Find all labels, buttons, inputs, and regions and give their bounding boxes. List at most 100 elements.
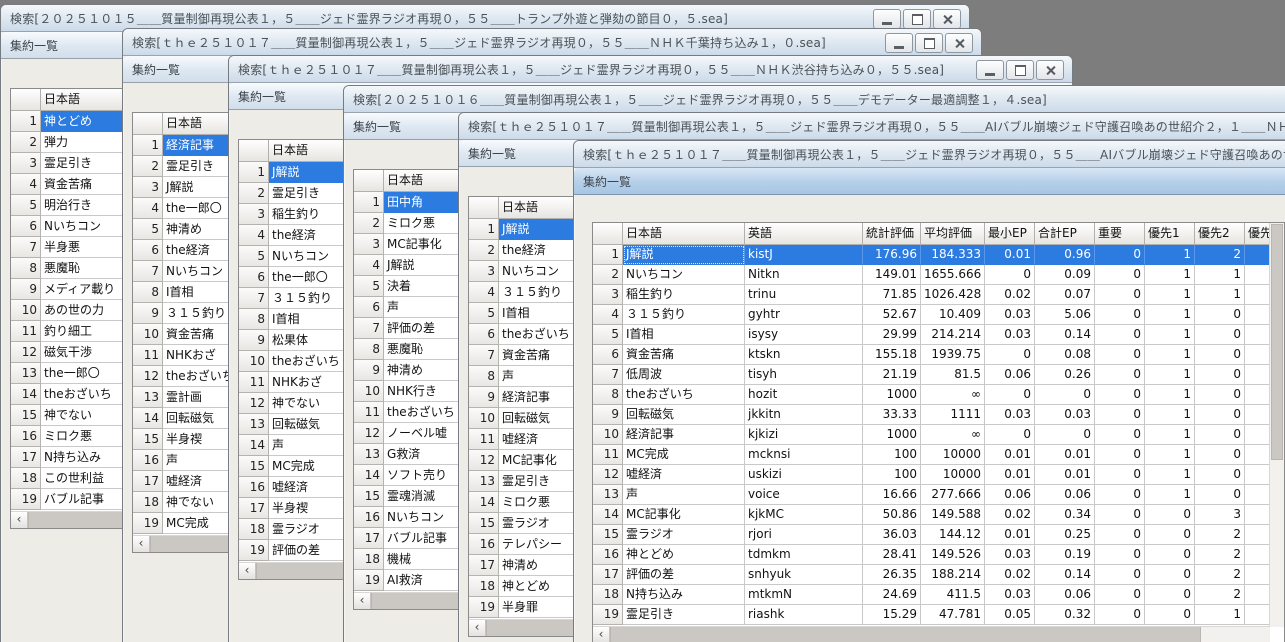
table-row[interactable]: 14 theおざいち (11, 384, 135, 405)
scrollbar-thumb[interactable] (371, 593, 468, 609)
minimize-button[interactable] (976, 60, 1004, 80)
close-button[interactable] (945, 33, 973, 53)
table-row[interactable]: 15 神でない (11, 405, 135, 426)
minimize-button[interactable] (873, 9, 901, 29)
column-header[interactable]: 英語 (745, 223, 863, 245)
close-button[interactable] (1036, 60, 1064, 80)
horizontal-scrollbar[interactable]: ‹ (593, 626, 1270, 642)
scroll-left-button[interactable]: ‹ (133, 536, 150, 552)
table-row[interactable]: 11 MC完成 mcknsi 100 10000 0.01 0.01 0 1 0 (593, 445, 1284, 465)
table-row[interactable]: 15 霊ラジオ rjori 36.03 144.12 0.01 0.25 0 0 2 (593, 525, 1284, 545)
row-number-cell: 15 (469, 513, 499, 534)
row-number-cell: 5 (11, 195, 41, 216)
table-row[interactable]: 13 the一郎〇 (11, 363, 135, 384)
table-row[interactable]: 17 N持ち込み (11, 447, 135, 468)
window-titlebar[interactable]: 検索[２０２５１０１６＿＿質量制御再現公表１，５＿＿ジェド霊界ラジオ再現０，５５… (344, 86, 1285, 113)
table-row[interactable]: 2 弾力 (11, 132, 135, 153)
table-row[interactable]: 4 資金苦痛 (11, 174, 135, 195)
table-row[interactable]: 10 経済記事 kjkizi 1000 ∞ 0 0 0 1 0 (593, 425, 1284, 445)
close-button[interactable] (933, 9, 961, 29)
table-row[interactable]: 9 メディア載り (11, 279, 135, 300)
scrollbar-thumb[interactable] (28, 512, 125, 528)
table-row[interactable]: 19 バブル記事 (11, 489, 135, 510)
minimize-button[interactable] (885, 33, 913, 53)
window-titlebar[interactable]: 検索[ｔｈｅ２５１０１７＿＿質量制御再現公表１，５＿＿ジェド霊界ラジオ再現０，５… (229, 56, 1072, 83)
table-row[interactable]: 7 半身悪 (11, 237, 135, 258)
table-row[interactable]: 5 I首相 isysy 29.99 214.214 0.03 0.14 0 1 0 (593, 325, 1284, 345)
column-header-japanese[interactable]: 日本語 (41, 89, 133, 111)
table-row[interactable]: 4 ３１５釣り gyhtr 52.67 10.409 0.03 5.06 0 1 0 (593, 305, 1284, 325)
column-header[interactable]: 統計評価 (863, 223, 921, 245)
row-number-cell: 4 (11, 174, 41, 195)
restore-button[interactable] (915, 33, 943, 53)
scroll-left-button[interactable]: ‹ (593, 627, 610, 642)
column-header[interactable]: 日本語 (623, 223, 745, 245)
window-titlebar[interactable]: 検索[ｔｈｅ２５１０１７＿＿質量制御再現公表１，５＿＿ジェド霊界ラジオ再現０，５… (459, 113, 1285, 140)
row-number-cell: 2 (11, 132, 41, 153)
scroll-left-button[interactable]: ‹ (469, 620, 486, 636)
close-icon (942, 14, 953, 25)
scrollbar-thumb[interactable] (610, 627, 1201, 642)
table-row[interactable]: 12 嘘経済 uskizi 100 10000 0.01 0.01 0 1 0 (593, 465, 1284, 485)
scroll-left-button[interactable]: ‹ (354, 593, 371, 609)
row-number-cell: 16 (239, 477, 269, 498)
data-cell: 1 (1145, 425, 1195, 445)
table-row[interactable]: 12 磁気干渉 (11, 342, 135, 363)
table-row[interactable]: 18 この世利益 (11, 468, 135, 489)
table-row[interactable]: 8 悪魔恥 (11, 258, 135, 279)
row-number-cell: 18 (133, 492, 163, 513)
table-row[interactable]: 7 低周波 tisyh 21.19 81.5 0.06 0.26 0 1 0 (593, 365, 1284, 385)
scroll-left-button[interactable]: ‹ (239, 563, 256, 579)
table-row[interactable]: 19 霊足引き riashk 15.29 47.781 0.05 0.32 0 0 1 (593, 605, 1284, 625)
column-header[interactable]: 優先2 (1195, 223, 1245, 245)
table-row[interactable]: 16 神とどめ tdmkm 28.41 149.526 0.03 0.19 0 0 2 (593, 545, 1284, 565)
table-row[interactable]: 17 評価の差 snhyuk 26.35 188.214 0.02 0.14 0 0 2 (593, 565, 1284, 585)
restore-button[interactable] (903, 9, 931, 29)
table-row[interactable]: 3 稲生釣り trinu 71.85 1026.428 0.02 0.07 0 1 1 (593, 285, 1284, 305)
row-number-cell: 15 (593, 525, 623, 545)
data-cell: 霊足引き (41, 153, 133, 174)
table-row[interactable]: 14 MC記事化 kjkMC 50.86 149.588 0.02 0.34 0 0 3 (593, 505, 1284, 525)
table-row[interactable]: 18 N持ち込み mtkmN 24.69 411.5 0.03 0.06 0 0 2 (593, 585, 1284, 605)
data-cell: 磁気干渉 (41, 342, 133, 363)
table-row[interactable]: 13 声 voice 16.66 277.666 0.06 0.06 0 1 0 (593, 485, 1284, 505)
table-row[interactable]: 2 Nいちコン Nitkn 149.01 1655.666 0 0.09 0 1 1 (593, 265, 1284, 285)
data-cell: 0.03 (985, 585, 1035, 605)
window-titlebar[interactable]: 検索[ｔｈｅ２５１０１７＿＿質量制御再現公表１，５＿＿ジェド霊界ラジオ再現０，５… (123, 29, 981, 56)
row-number-cell: 11 (239, 372, 269, 393)
corner-cell (593, 223, 623, 245)
horizontal-scrollbar[interactable]: ‹ (11, 511, 135, 528)
panel-title: 集約一覧 (583, 174, 632, 189)
row-number-cell: 6 (239, 267, 269, 288)
data-cell: 0.03 (985, 325, 1035, 345)
data-cell: 1 (1145, 445, 1195, 465)
table-row[interactable]: 6 Nいちコン (11, 216, 135, 237)
table-row[interactable]: 10 あの世の力 (11, 300, 135, 321)
scrollbar-thumb[interactable] (1271, 224, 1283, 461)
aggregate-list-panel-titlebar[interactable]: 集約一覧 (574, 168, 1285, 195)
restore-button[interactable] (1006, 60, 1034, 80)
table-row[interactable]: 1 神とどめ (11, 111, 135, 132)
column-header[interactable]: 重要 (1095, 223, 1145, 245)
table-row[interactable]: 3 霊足引き (11, 153, 135, 174)
column-header[interactable]: 優先1 (1145, 223, 1195, 245)
scrollbar-thumb[interactable] (486, 620, 583, 636)
window-title: 検索[ｔｈｅ２５１０１７＿＿質量制御再現公表１，５＿＿ジェド霊界ラジオ再現０，５… (468, 119, 1285, 134)
column-header[interactable]: 平均評価 (921, 223, 985, 245)
table-row[interactable]: 8 theおざいち hozit 1000 ∞ 0 0 0 1 0 (593, 385, 1284, 405)
data-cell: 1 (1145, 405, 1195, 425)
table-row[interactable]: 5 明治行き (11, 195, 135, 216)
column-header[interactable]: 合計EP (1035, 223, 1095, 245)
word-list-table: 日本語 1 神とどめ 2 弾力 3 霊足引き 4 資金苦痛 5 明治行き 6 Nいちコン 7 半身悪 8 悪魔… (10, 88, 136, 529)
table-row[interactable]: 1 J解説 kistJ 176.96 184.333 0.01 0.96 0 1 2 (593, 245, 1284, 265)
column-header[interactable]: 最小EP (985, 223, 1035, 245)
scrollbar-thumb[interactable] (256, 563, 353, 579)
vertical-scrollbar[interactable] (1269, 223, 1284, 627)
scroll-left-icon: ‹ (359, 593, 365, 607)
table-row[interactable]: 11 釣り細工 (11, 321, 135, 342)
table-row[interactable]: 6 資金苦痛 ktskn 155.18 1939.75 0 0.08 0 1 0 (593, 345, 1284, 365)
table-row[interactable]: 16 ミロク悪 (11, 426, 135, 447)
window-titlebar[interactable]: 検索[ｔｈｅ２５１０１７＿＿質量制御再現公表１，５＿＿ジェド霊界ラジオ再現０，５… (574, 141, 1285, 168)
scroll-left-button[interactable]: ‹ (11, 512, 28, 528)
table-row[interactable]: 9 回転磁気 jkkitn 33.33 1111 0.03 0.03 0 1 0 (593, 405, 1284, 425)
